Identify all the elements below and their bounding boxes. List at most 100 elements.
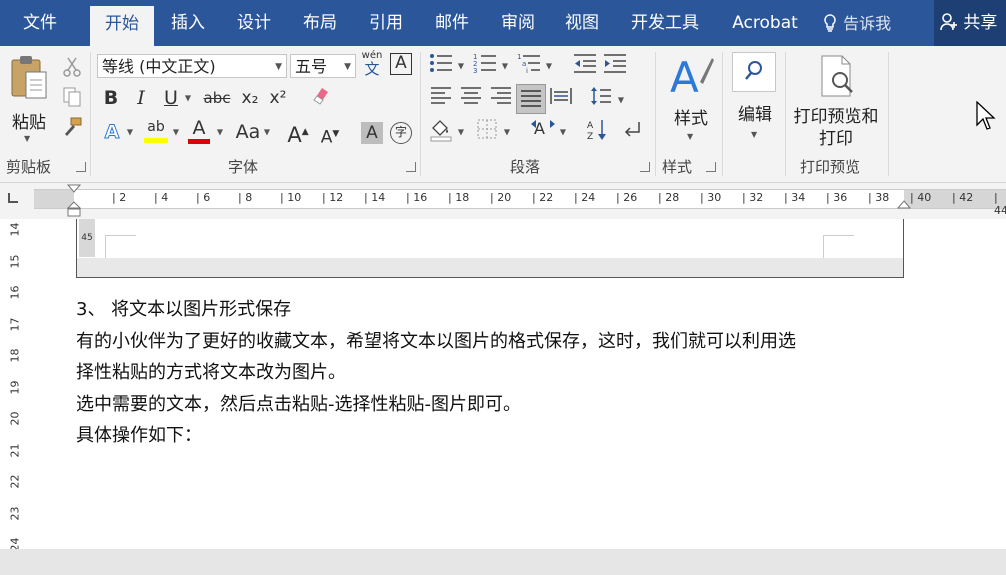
character-shading-button[interactable]: A <box>361 122 383 144</box>
group-separator <box>888 52 889 176</box>
distributed-icon[interactable] <box>548 86 574 114</box>
phonetic-guide-button[interactable]: wén 文 <box>360 50 384 80</box>
tab-view[interactable]: 视图 <box>554 0 610 46</box>
bullets-dropdown-icon[interactable]: ▼ <box>456 52 466 80</box>
multilevel-dropdown-icon[interactable]: ▼ <box>544 52 554 80</box>
svg-text:Z: Z <box>587 132 593 142</box>
asian-layout-dropdown-icon[interactable]: ▼ <box>558 118 568 146</box>
embed-ruler: 45 <box>79 219 95 257</box>
character-border-button[interactable]: A <box>390 53 412 75</box>
format-painter-icon[interactable] <box>60 116 84 144</box>
paragraph-launcher-icon[interactable] <box>640 162 650 172</box>
svg-text:A: A <box>670 53 699 98</box>
paragraph-group-label: 段落 <box>510 158 541 176</box>
font-size-value: 五号 <box>295 57 328 76</box>
underline-button[interactable]: U <box>158 84 184 112</box>
cut-icon[interactable] <box>60 56 84 84</box>
right-indent-marker[interactable] <box>896 199 912 218</box>
styles-launcher-icon[interactable] <box>706 162 716 172</box>
print-preview-button[interactable]: 打印预览和 打印 <box>788 52 884 152</box>
bullets-icon[interactable] <box>428 52 454 80</box>
ruler-number: | 16 <box>406 191 428 204</box>
change-case-button[interactable]: Aa <box>232 118 264 146</box>
status-area <box>0 549 1006 575</box>
ruler-number: | 18 <box>448 191 470 204</box>
group-separator <box>655 52 656 176</box>
decrease-indent-icon[interactable] <box>572 52 598 80</box>
ruler-number: | 14 <box>364 191 386 204</box>
tell-me-box[interactable]: 告诉我 <box>822 0 891 46</box>
borders-icon[interactable] <box>474 118 500 146</box>
tab-mailings[interactable]: 邮件 <box>424 0 480 46</box>
tab-design[interactable]: 设计 <box>226 0 282 46</box>
tab-developer[interactable]: 开发工具 <box>620 0 710 46</box>
font-color-button[interactable]: A <box>186 118 212 146</box>
tab-references[interactable]: 引用 <box>358 0 414 46</box>
styles-button[interactable]: A 样式 ▼ <box>662 52 720 152</box>
tab-home[interactable]: 开始 <box>90 6 154 46</box>
font-launcher-icon[interactable] <box>406 162 416 172</box>
clipboard-launcher-icon[interactable] <box>76 162 86 172</box>
tab-selector-icon[interactable] <box>8 193 18 203</box>
clear-formatting-icon[interactable] <box>308 84 332 112</box>
strikethrough-button[interactable]: abc <box>200 84 234 112</box>
line-spacing-dropdown-icon[interactable]: ▼ <box>616 86 626 114</box>
enclose-characters-button[interactable]: 字 <box>390 122 412 144</box>
change-case-dropdown-icon[interactable]: ▼ <box>262 118 272 146</box>
align-center-icon[interactable] <box>458 86 484 114</box>
editing-dropdown-icon: ▼ <box>751 130 758 139</box>
svg-text:i: i <box>526 67 528 74</box>
ruler-number: 21 <box>8 443 22 457</box>
font-color-dropdown-icon[interactable]: ▼ <box>214 118 226 146</box>
align-right-icon[interactable] <box>488 86 514 114</box>
paste-button[interactable]: 粘贴 ▼ <box>6 54 52 150</box>
bold-button[interactable]: B <box>98 84 124 112</box>
paragraph-mark-icon[interactable] <box>620 118 646 146</box>
shrink-font-button[interactable]: A▼ <box>318 120 342 148</box>
svg-text:3: 3 <box>473 67 477 74</box>
justify-icon[interactable] <box>516 84 546 114</box>
grow-font-button[interactable]: A▲ <box>286 118 310 147</box>
svg-text:1: 1 <box>517 53 521 61</box>
highlight-button[interactable]: ab <box>143 118 169 146</box>
asian-layout-icon[interactable]: A <box>528 118 558 146</box>
first-line-indent-marker[interactable] <box>66 184 82 222</box>
shading-bucket-icon[interactable] <box>428 118 454 146</box>
font-size-select[interactable]: 五号 ▼ <box>290 54 356 78</box>
share-button[interactable]: 共享 <box>934 0 1006 46</box>
vertical-ruler[interactable]: 14 15 16 17 18 19 20 21 22 23 24 <box>2 219 31 552</box>
text-effects-dropdown-icon[interactable]: ▼ <box>124 118 136 146</box>
ruler-number: | 2 <box>112 191 127 204</box>
increase-indent-icon[interactable] <box>602 52 628 80</box>
numbering-dropdown-icon[interactable]: ▼ <box>500 52 510 80</box>
shading-dropdown-icon[interactable]: ▼ <box>456 118 466 146</box>
tab-file[interactable]: 文件 <box>10 0 70 46</box>
font-group-label: 字体 <box>228 158 259 176</box>
clipboard-group-label: 剪贴板 <box>6 158 52 176</box>
line-spacing-icon[interactable] <box>588 86 614 114</box>
tab-layout[interactable]: 布局 <box>292 0 348 46</box>
tab-review[interactable]: 审阅 <box>490 0 546 46</box>
multilevel-list-icon[interactable]: 1ai <box>516 52 542 80</box>
ruler-number: 14 <box>8 222 22 237</box>
superscript-button[interactable]: x² <box>266 84 290 112</box>
copy-icon[interactable] <box>60 86 84 114</box>
numbering-icon[interactable]: 123 <box>472 52 498 80</box>
tab-insert[interactable]: 插入 <box>160 0 216 46</box>
highlight-dropdown-icon[interactable]: ▼ <box>170 118 182 146</box>
styles-dropdown-icon: ▼ <box>687 132 694 141</box>
horizontal-ruler[interactable]: | 2 | 4 | 6 | 8 | 10 | 12 | 14 | 16 | 18 | 20 | 22… <box>34 189 1006 217</box>
text-effects-button[interactable]: A <box>100 118 124 146</box>
subscript-button[interactable]: x₂ <box>238 84 262 112</box>
editing-button[interactable]: 编辑 ▼ <box>728 52 782 152</box>
italic-button[interactable]: I <box>128 84 154 112</box>
underline-dropdown-icon[interactable]: ▼ <box>182 84 194 112</box>
tab-acrobat[interactable]: Acrobat <box>722 0 808 46</box>
align-left-icon[interactable] <box>428 86 454 114</box>
sort-icon[interactable]: AZ <box>584 118 610 146</box>
font-color-swatch <box>188 139 210 144</box>
print-preview-label-2: 打印 <box>819 129 853 149</box>
borders-dropdown-icon[interactable]: ▼ <box>502 118 512 146</box>
font-name-select[interactable]: 等线 (中文正文) ▼ <box>97 54 287 78</box>
ruler-number: | 6 <box>196 191 211 204</box>
